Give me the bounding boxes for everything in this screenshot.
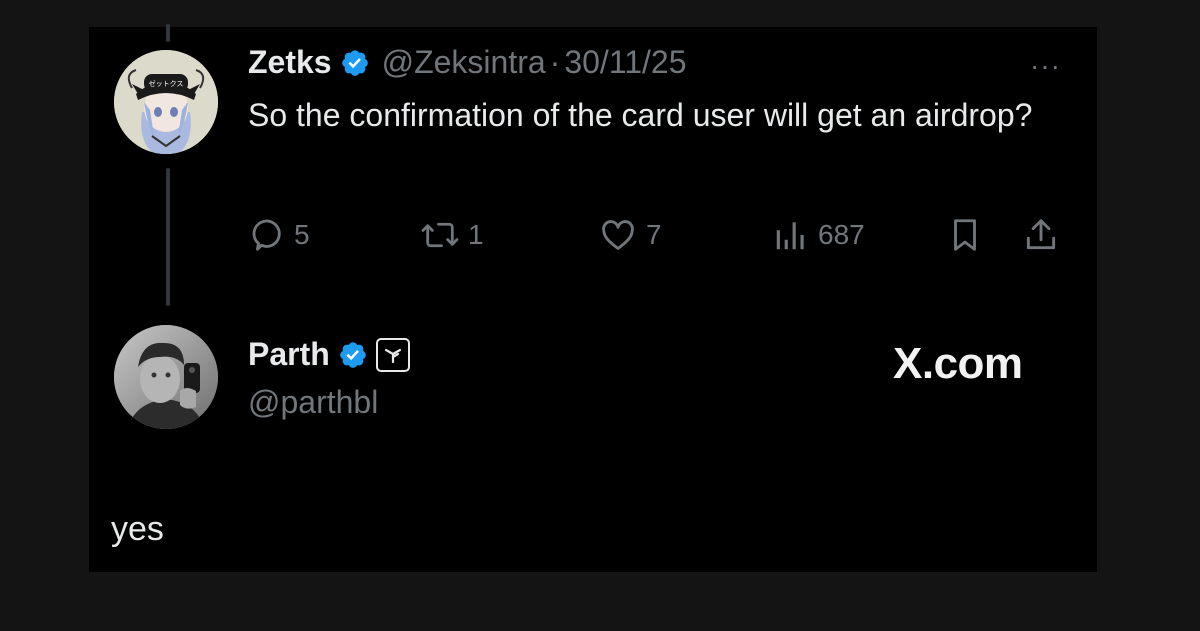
bookmark-icon (946, 216, 984, 254)
x-com-watermark: X.com (893, 339, 1023, 388)
avatar-zetks[interactable]: ゼットクス (114, 50, 218, 154)
views-button[interactable]: 687 (772, 216, 865, 254)
more-options-icon[interactable]: ··· (1030, 50, 1061, 82)
reply-header: Parth (248, 336, 410, 373)
author-name[interactable]: Zetks (248, 44, 332, 81)
repost-count: 1 (468, 219, 484, 250)
verified-badge-icon (340, 48, 370, 78)
reply-icon (248, 216, 286, 254)
reply-count: 5 (294, 219, 310, 250)
author-handle[interactable]: @Zeksintra (382, 44, 546, 81)
like-count: 7 (646, 219, 662, 250)
views-icon (772, 216, 810, 254)
tweet-date[interactable]: 30/11/25 (564, 44, 686, 81)
avatar-parth[interactable] (114, 325, 218, 429)
svg-text:ゼットクス: ゼットクス (149, 79, 184, 88)
bookmark-button[interactable] (946, 216, 984, 254)
reply-author-handle[interactable]: @parthbl (248, 384, 378, 421)
repost-button[interactable]: 1 (420, 216, 484, 254)
repost-icon (420, 216, 460, 254)
action-bar: 5 1 7 687 (0, 210, 1200, 258)
thread-line-top (166, 24, 170, 42)
like-icon (598, 216, 638, 254)
anime-avatar-image: ゼットクス (114, 50, 218, 154)
tweet-text: So the confirmation of the card user wil… (248, 97, 1033, 133)
verified-badge-icon (338, 340, 368, 370)
share-button[interactable] (1022, 216, 1060, 254)
affiliate-badge-icon[interactable] (375, 337, 410, 372)
reply-text: yes (111, 510, 164, 548)
profile-photo-image (114, 325, 218, 429)
tweet-header: Zetks @Zeksintra · 30/11/25 (248, 44, 687, 81)
like-button[interactable]: 7 (598, 216, 662, 254)
reply-button[interactable]: 5 (248, 216, 310, 254)
reply-author-name[interactable]: Parth (248, 336, 330, 373)
views-count: 687 (818, 219, 865, 250)
header-separator: · (549, 44, 561, 80)
share-icon (1022, 216, 1060, 254)
